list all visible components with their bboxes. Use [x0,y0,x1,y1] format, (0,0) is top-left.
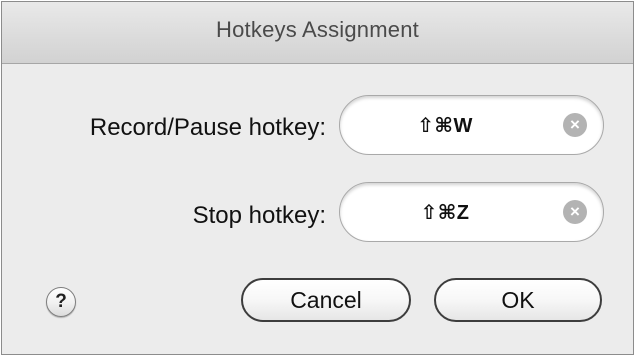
cancel-button[interactable]: Cancel [241,278,411,322]
title-bar: Hotkeys Assignment [2,2,633,64]
stop-hotkey-field[interactable]: ⇧⌘Z × [339,182,604,242]
hotkeys-dialog: Hotkeys Assignment Record/Pause hotkey: … [1,1,634,355]
record-pause-hotkey-value: ⇧⌘W [417,115,473,137]
ok-button[interactable]: OK [434,278,602,322]
help-button[interactable]: ? [46,287,76,317]
stop-hotkey-label: Stop hotkey: [192,202,326,229]
clear-record-pause-hotkey-icon[interactable]: × [563,113,587,137]
record-pause-hotkey-label: Record/Pause hotkey: [89,114,326,141]
stop-hotkey-value: ⇧⌘Z [420,202,470,224]
window-title: Hotkeys Assignment [216,17,419,42]
clear-stop-hotkey-icon[interactable]: × [563,200,587,224]
record-pause-hotkey-field[interactable]: ⇧⌘W × [339,95,604,155]
